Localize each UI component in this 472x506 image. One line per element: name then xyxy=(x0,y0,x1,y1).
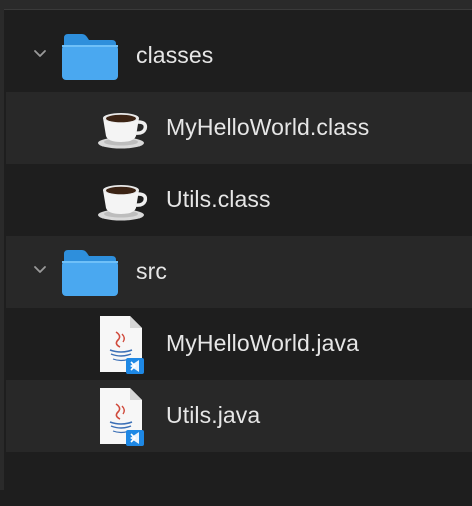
chevron-down-icon[interactable] xyxy=(32,262,48,278)
folder-icon xyxy=(62,34,118,80)
java-file-icon xyxy=(100,388,144,446)
tree-empty-row xyxy=(6,452,472,506)
vscode-badge-icon xyxy=(126,358,144,374)
java-file-icon xyxy=(100,316,144,374)
folder-icon xyxy=(62,250,118,296)
tree-item-label: classes xyxy=(136,42,214,68)
tree-item-label: src xyxy=(136,258,167,284)
tree-item-label: Utils.class xyxy=(166,186,271,212)
tree-item-label: MyHelloWorld.java xyxy=(166,330,359,356)
coffee-cup-icon xyxy=(98,185,148,221)
window-top-edge xyxy=(0,0,472,10)
vscode-badge-icon xyxy=(126,430,144,446)
tree-row-classes-folder[interactable]: classes xyxy=(6,20,472,92)
tree-item-label: Utils.java xyxy=(166,402,261,428)
tree-item-label: MyHelloWorld.class xyxy=(166,114,370,140)
tree-row-src-folder[interactable]: src xyxy=(6,236,472,308)
window-left-edge xyxy=(0,0,4,490)
file-tree: classes MyHelloWorld.class Utils.class s… xyxy=(6,20,472,506)
tree-row-utils-class[interactable]: Utils.class xyxy=(6,164,472,236)
tree-row-utils-java[interactable]: Utils.java xyxy=(6,380,472,452)
chevron-down-icon[interactable] xyxy=(32,46,48,62)
tree-row-myhelloworld-class[interactable]: MyHelloWorld.class xyxy=(6,92,472,164)
coffee-cup-icon xyxy=(98,113,148,149)
tree-row-myhelloworld-java[interactable]: MyHelloWorld.java xyxy=(6,308,472,380)
